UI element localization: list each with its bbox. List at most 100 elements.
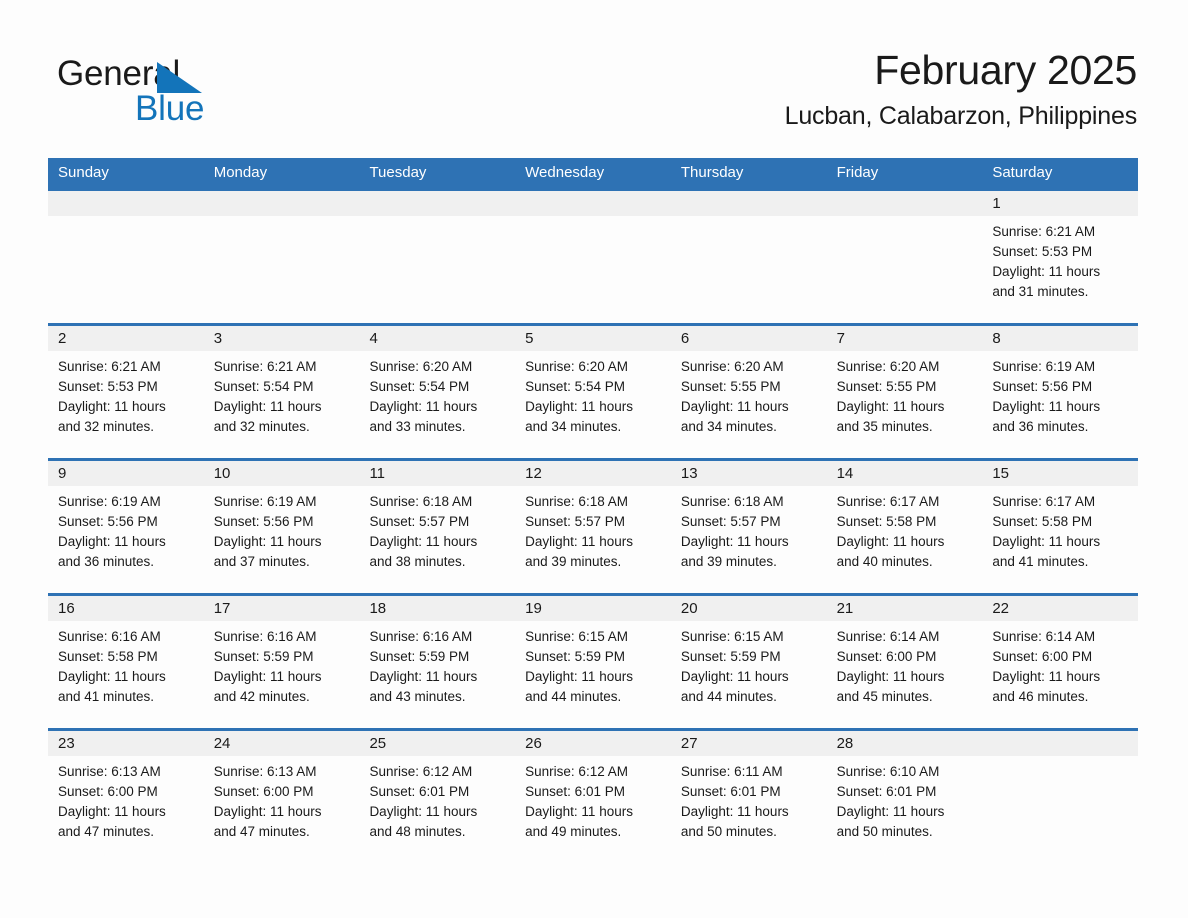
calendar-week-row: 23 Sunrise: 6:13 AM Sunset: 6:00 PM Dayligh… — [48, 728, 1139, 863]
calendar-day-cell[interactable]: 15 Sunrise: 6:17 AM Sunset: 5:58 PM Dayligh… — [982, 461, 1139, 593]
day-detail-line: and 47 minutes. — [213, 824, 310, 839]
day-detail-line: Sunset: 5:59 PM — [213, 649, 314, 664]
day-detail-line: Sunset: 5:56 PM — [992, 379, 1093, 394]
day-detail-line: and 39 minutes. — [680, 554, 777, 569]
day-detail-line: Sunrise: 6:19 AM — [992, 359, 1096, 374]
day-number: 28 — [836, 735, 854, 752]
day-number: 12 — [525, 465, 542, 482]
day-detail-line: Sunrise: 6:13 AM — [213, 764, 317, 779]
day-detail-line: and 32 minutes. — [58, 419, 155, 434]
calendar-day-cell[interactable]: 22 Sunrise: 6:14 AM Sunset: 6:00 PM Dayligh… — [982, 596, 1139, 728]
day-detail-line: and 48 minutes. — [369, 824, 466, 839]
day-detail-line: Sunset: 5:59 PM — [369, 649, 470, 664]
day-number-band: 7 — [826, 326, 983, 351]
day-number-band: 11 — [359, 461, 516, 486]
day-detail-line: Sunrise: 6:12 AM — [525, 764, 628, 779]
calendar-day-cell[interactable]: 3 Sunrise: 6:21 AM Sunset: 5:54 PM Daylight… — [203, 326, 360, 458]
weekday-header-thursday: Thursday — [680, 164, 744, 181]
day-number-band: 2 — [48, 326, 204, 351]
calendar-day-cell[interactable]: 14 Sunrise: 6:17 AM Sunset: 5:58 PM Dayligh… — [826, 461, 983, 593]
day-number-band: 21 — [826, 596, 983, 621]
calendar-day-cell[interactable]: 12 Sunrise: 6:18 AM Sunset: 5:57 PM Dayligh… — [515, 461, 671, 593]
day-detail-line: Sunrise: 6:18 AM — [369, 494, 473, 509]
day-detail-line: and 50 minutes. — [836, 824, 933, 839]
calendar-day-cell[interactable]: 19 Sunrise: 6:15 AM Sunset: 5:59 PM Dayligh… — [515, 596, 671, 728]
day-details: Sunrise: 6:20 AM Sunset: 5:54 PM Daylight:… — [515, 351, 671, 437]
day-detail-line: and 42 minutes. — [213, 689, 310, 704]
day-detail-line: Sunset: 6:00 PM — [213, 784, 314, 799]
general-blue-logo[interactable]: General Blue — [57, 55, 317, 133]
calendar-week-row: 2 Sunrise: 6:21 AM Sunset: 5:53 PM Daylight… — [48, 323, 1139, 458]
calendar-week-row: 1 Sunrise: 6:21 AM Sunset: 5:53 PM Daylight… — [48, 188, 1139, 323]
day-detail-line: Daylight: 11 hours — [836, 399, 945, 414]
calendar-day-cell[interactable]: 10 Sunrise: 6:19 AM Sunset: 5:56 PM Dayligh… — [203, 461, 360, 593]
calendar-day-cell[interactable]: 21 Sunrise: 6:14 AM Sunset: 6:00 PM Dayligh… — [826, 596, 983, 728]
day-detail-line: Daylight: 11 hours — [369, 804, 478, 819]
calendar-day-cell-empty — [203, 191, 360, 323]
day-detail-line: Daylight: 11 hours — [836, 669, 945, 684]
calendar-day-cell[interactable]: 18 Sunrise: 6:16 AM Sunset: 5:59 PM Dayligh… — [359, 596, 516, 728]
calendar-day-cell[interactable]: 11 Sunrise: 6:18 AM Sunset: 5:57 PM Dayligh… — [359, 461, 516, 593]
day-detail-line: Sunrise: 6:12 AM — [369, 764, 473, 779]
calendar-day-cell[interactable]: 9 Sunrise: 6:19 AM Sunset: 5:56 PM Daylight… — [48, 461, 204, 593]
day-detail-line: Sunrise: 6:19 AM — [213, 494, 317, 509]
calendar-day-cell[interactable]: 23 Sunrise: 6:13 AM Sunset: 6:00 PM Dayligh… — [48, 731, 204, 863]
calendar-day-cell[interactable]: 6 Sunrise: 6:20 AM Sunset: 5:55 PM Daylight… — [670, 326, 827, 458]
day-number: 27 — [680, 735, 698, 752]
day-number-band: 12 — [515, 461, 671, 486]
calendar-day-cell[interactable]: 2 Sunrise: 6:21 AM Sunset: 5:53 PM Daylight… — [48, 326, 204, 458]
calendar-day-cell[interactable]: 8 Sunrise: 6:19 AM Sunset: 5:56 PM Daylight… — [982, 326, 1139, 458]
day-number-band: 10 — [203, 461, 360, 486]
day-number: 20 — [680, 600, 698, 617]
day-number-band — [982, 731, 1139, 756]
calendar-day-cell[interactable]: 25 Sunrise: 6:12 AM Sunset: 6:01 PM Dayligh… — [359, 731, 516, 863]
day-detail-line: and 33 minutes. — [369, 419, 466, 434]
day-number: 16 — [58, 600, 75, 617]
day-detail-line: Sunrise: 6:15 AM — [680, 629, 784, 644]
day-detail-line: Daylight: 11 hours — [369, 399, 478, 414]
day-details: Sunrise: 6:19 AM Sunset: 5:56 PM Daylight:… — [982, 351, 1138, 437]
calendar-day-cell[interactable]: 7 Sunrise: 6:20 AM Sunset: 5:55 PM Daylight… — [826, 326, 983, 458]
day-number-band: 17 — [203, 596, 360, 621]
day-number-band: 5 — [515, 326, 671, 351]
day-number-band — [826, 191, 983, 216]
day-number-band: 26 — [515, 731, 671, 756]
day-detail-line: and 50 minutes. — [680, 824, 777, 839]
day-detail-line: Sunset: 5:54 PM — [369, 379, 470, 394]
day-number: 10 — [213, 465, 231, 482]
calendar-day-cell[interactable]: 5 Sunrise: 6:20 AM Sunset: 5:54 PM Daylight… — [515, 326, 671, 458]
day-details: Sunrise: 6:14 AM Sunset: 6:00 PM Daylight:… — [827, 621, 983, 707]
calendar-day-cell[interactable]: 17 Sunrise: 6:16 AM Sunset: 5:59 PM Dayligh… — [203, 596, 360, 728]
day-detail-line: Daylight: 11 hours — [58, 534, 166, 549]
day-number: 25 — [369, 735, 387, 752]
day-detail-line: Sunset: 6:00 PM — [992, 649, 1093, 664]
weekday-header-row: Sunday Monday Tuesday Wednesday Thursday Frid… — [48, 158, 1138, 188]
day-detail-line: and 37 minutes. — [213, 554, 310, 569]
day-detail-line: Sunset: 6:01 PM — [836, 784, 937, 799]
day-detail-line: and 40 minutes. — [836, 554, 933, 569]
day-number-band: 24 — [203, 731, 360, 756]
day-detail-line: Sunrise: 6:16 AM — [213, 629, 317, 644]
logo-text-blue: Blue — [135, 89, 205, 128]
calendar-day-cell[interactable]: 20 Sunrise: 6:15 AM Sunset: 5:59 PM Dayligh… — [670, 596, 827, 728]
weekday-header-saturday: Saturday — [992, 164, 1053, 181]
day-number: 15 — [992, 465, 1009, 482]
calendar-day-cell[interactable]: 28 Sunrise: 6:10 AM Sunset: 6:01 PM Dayligh… — [826, 731, 983, 863]
calendar-day-cell[interactable]: 27 Sunrise: 6:11 AM Sunset: 6:01 PM Dayligh… — [670, 731, 827, 863]
calendar-day-cell[interactable]: 13 Sunrise: 6:18 AM Sunset: 5:57 PM Dayligh… — [670, 461, 827, 593]
calendar-day-cell[interactable]: 4 Sunrise: 6:20 AM Sunset: 5:54 PM Daylight… — [359, 326, 516, 458]
day-detail-line: Sunrise: 6:18 AM — [525, 494, 628, 509]
day-number: 2 — [58, 330, 67, 347]
day-detail-line: Sunrise: 6:20 AM — [525, 359, 628, 374]
calendar-day-cell[interactable]: 26 Sunrise: 6:12 AM Sunset: 6:01 PM Dayligh… — [515, 731, 671, 863]
calendar-day-cell[interactable]: 16 Sunrise: 6:16 AM Sunset: 5:58 PM Dayligh… — [48, 596, 204, 728]
calendar-day-cell[interactable]: 24 Sunrise: 6:13 AM Sunset: 6:00 PM Dayligh… — [203, 731, 360, 863]
calendar-day-cell[interactable]: 1 Sunrise: 6:21 AM Sunset: 5:53 PM Daylight… — [982, 191, 1139, 323]
day-detail-line: Daylight: 11 hours — [525, 804, 633, 819]
day-number: 24 — [213, 735, 231, 752]
day-detail-line: Sunset: 5:57 PM — [525, 514, 625, 529]
day-detail-line: and 41 minutes. — [992, 554, 1089, 569]
day-details: Sunrise: 6:12 AM Sunset: 6:01 PM Daylight:… — [359, 756, 515, 842]
day-details: Sunrise: 6:16 AM Sunset: 5:59 PM Daylight:… — [359, 621, 515, 707]
day-detail-line: and 39 minutes. — [525, 554, 622, 569]
